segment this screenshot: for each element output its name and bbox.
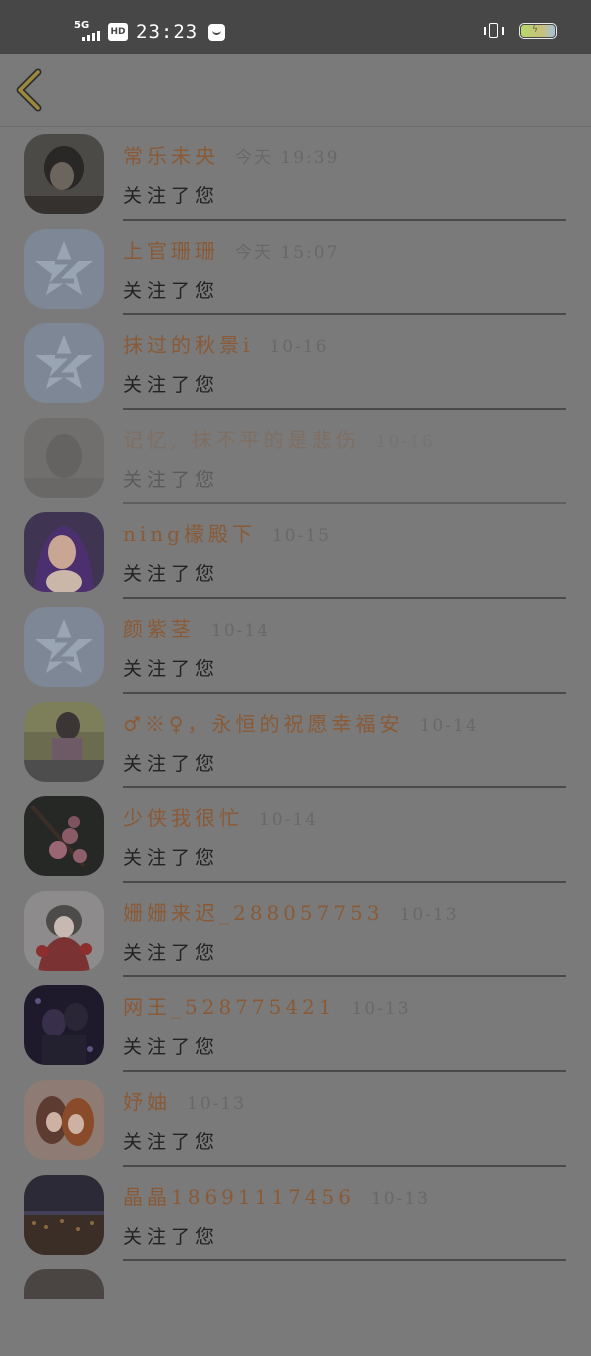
vibrate-icon [483,22,505,40]
avatar[interactable] [24,796,104,877]
action-text: 关注了您 [123,752,220,775]
list-item[interactable]: 晶晶18691117456 10-13 关注了您 [0,1167,591,1262]
list-item-partial[interactable] [0,1261,591,1356]
follow-time: 10-14 [419,715,479,736]
list-item[interactable]: 抹过的秋景i 10-16 关注了您 [0,315,591,410]
avatar[interactable] [24,606,104,687]
action-text: 关注了您 [123,563,220,586]
list-item[interactable]: 少侠我很忙 10-14 关注了您 [0,788,591,883]
list-item[interactable]: 颜紫茎 10-14 关注了您 [0,599,591,694]
avatar[interactable] [24,512,104,593]
avatar[interactable] [24,134,104,214]
action-text: 关注了您 [123,279,220,302]
avatar[interactable] [24,1269,104,1300]
action-text: 关注了您 [123,941,220,964]
avatar[interactable] [24,701,104,782]
list-item[interactable]: ♂※♀，永恒的祝愿幸福安 10-14 关注了您 [0,694,591,789]
user-name[interactable]: 网王_528775421 [123,995,336,1019]
avatar[interactable] [24,417,104,498]
action-text: 关注了您 [123,657,220,680]
signal-icon: 5G [74,21,104,43]
battery-icon: ϟ [519,23,557,39]
list-item[interactable]: 网王_528775421 10-13 关注了您 [0,977,591,1072]
avatar[interactable] [24,890,104,971]
user-name[interactable]: 妤妯 [123,1090,171,1114]
avatar[interactable] [24,323,104,404]
action-text: 关注了您 [123,1130,220,1153]
action-text: 关注了您 [123,468,220,491]
list-item[interactable]: 上官珊珊 今天 15:07 关注了您 [0,221,591,316]
user-name[interactable]: 抹过的秋景i [123,333,253,357]
follow-time: 10-14 [211,620,271,641]
follow-time: 10-13 [370,1188,430,1209]
action-text: 关注了您 [123,374,220,397]
follow-time: 10-14 [259,810,319,831]
header [0,54,591,127]
user-name[interactable]: 常乐未央 [123,144,219,168]
chevron-left-icon [16,68,42,112]
user-name[interactable]: 少侠我很忙 [123,806,243,830]
list-item[interactable]: 姗姗来迟_288057753 10-13 关注了您 [0,883,591,978]
avatar[interactable] [24,985,104,1066]
status-bar: 5G HD 23:23 ϟ [0,0,591,54]
user-name[interactable]: ♂※♀，永恒的祝愿幸福安 [123,712,404,736]
action-text: 关注了您 [123,185,220,207]
action-text: 关注了您 [123,1036,220,1059]
user-name[interactable]: 颜紫茎 [123,617,195,641]
list-item[interactable]: 妤妯 10-13 关注了您 [0,1072,591,1167]
follow-time: 10-13 [399,904,459,925]
follow-time: 10-16 [375,431,435,452]
hd-badge: HD [108,23,128,41]
list-item[interactable]: ning檬殿下 10-15 关注了您 [0,504,591,599]
user-name[interactable]: 姗姗来迟_288057753 [123,901,384,925]
user-name[interactable]: 上官珊珊 [123,239,219,263]
notification-icon [208,23,226,41]
user-name[interactable]: 晶晶18691117456 [123,1185,355,1209]
back-button[interactable] [14,68,46,112]
avatar[interactable] [24,228,104,309]
list-item[interactable]: 记忆, 抹不平的是悲伤 10-16 关注了您 [0,410,591,505]
action-text: 关注了您 [123,1225,220,1248]
list-item[interactable]: 常乐未央 今天 19:39 关注了您 [0,126,591,221]
follow-time: 10-13 [187,1093,247,1114]
user-name[interactable]: ning檬殿下 [123,522,256,546]
follower-list: 常乐未央 今天 19:39 关注了您 上官珊珊 今天 15:07 关注了您 抹过的秋… [0,126,591,1356]
follow-time: 10-16 [269,337,329,358]
avatar[interactable] [24,1174,104,1255]
network-type: 5G [74,20,90,31]
follow-time: 今天 19:39 [235,148,340,168]
avatar[interactable] [24,1079,104,1160]
action-text: 关注了您 [123,847,220,870]
follow-time: 10-13 [351,999,411,1020]
follow-time: 10-15 [271,526,331,547]
user-name[interactable]: 记忆, 抹不平的是悲伤 [123,428,360,452]
status-time: 23:23 [136,21,199,43]
follow-time: 今天 15:07 [235,242,340,263]
